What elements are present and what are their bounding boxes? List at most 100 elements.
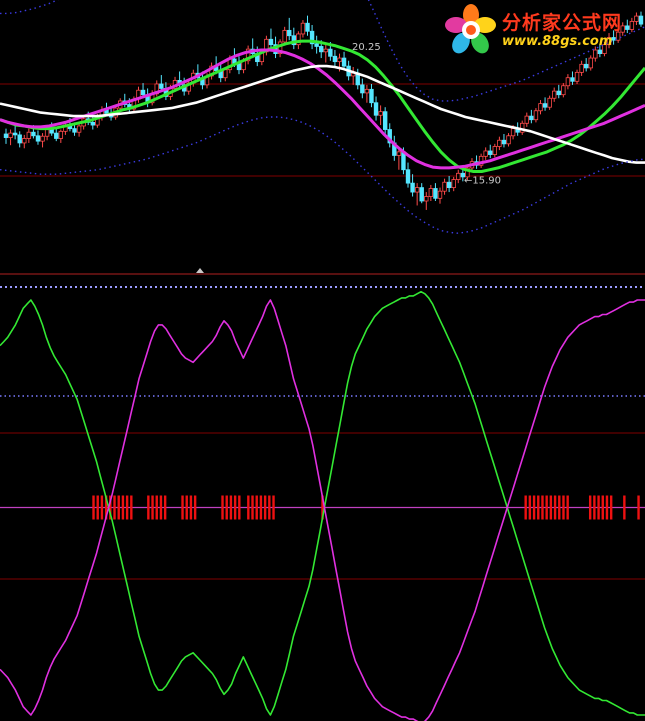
signal-bar — [251, 495, 254, 520]
candle — [287, 17, 292, 41]
candle-body — [529, 115, 534, 121]
candle-body — [524, 115, 529, 124]
candle-body — [90, 121, 95, 126]
candle-body — [533, 110, 539, 121]
candle — [369, 83, 374, 108]
candle — [35, 130, 41, 145]
candle — [277, 39, 283, 58]
signal-bar — [193, 495, 197, 520]
candle-body — [360, 84, 365, 94]
candle — [565, 74, 571, 90]
candle-body — [547, 97, 552, 108]
band-line — [0, 116, 645, 234]
candle — [341, 51, 347, 70]
candle — [410, 174, 415, 197]
signal-bar — [593, 495, 596, 520]
candle — [561, 83, 566, 98]
candle — [218, 64, 223, 83]
candle — [570, 71, 575, 85]
candle — [538, 100, 543, 115]
candle-body — [437, 190, 443, 199]
signal-bar — [601, 495, 604, 520]
candle — [579, 60, 584, 76]
signal-bar — [605, 495, 609, 520]
candle-body — [483, 150, 488, 157]
signal-bar — [609, 495, 613, 520]
candle-body — [456, 172, 461, 180]
candle-body — [323, 48, 328, 53]
candle — [373, 96, 379, 121]
signal-bar — [537, 495, 540, 520]
signal-bar — [96, 495, 99, 520]
candle-body — [583, 63, 589, 69]
candle — [428, 184, 434, 201]
candle — [501, 134, 507, 148]
signal-bar — [121, 495, 125, 520]
candle — [76, 123, 82, 137]
signal-bar — [247, 495, 250, 520]
candle-body — [561, 85, 566, 96]
candle — [58, 129, 64, 143]
signal-bar — [233, 495, 237, 520]
candle-body — [26, 131, 32, 139]
signal-bar — [125, 495, 129, 520]
candle-body — [8, 132, 13, 138]
candle-body — [49, 129, 54, 134]
candle — [245, 45, 251, 65]
signal-bar — [268, 495, 271, 520]
signal-bar — [541, 495, 544, 520]
candle-body — [300, 22, 306, 35]
candle — [478, 153, 484, 168]
candle-body — [442, 181, 447, 192]
candle-body — [378, 111, 383, 116]
candle — [17, 131, 22, 148]
candle — [542, 97, 548, 111]
signal-bar — [562, 495, 565, 520]
site-logo: 分析家公式网 www.88gs.com — [445, 4, 641, 56]
candle-body — [382, 111, 388, 130]
signal-bar — [545, 495, 548, 520]
candle-body — [12, 132, 18, 136]
candle — [364, 84, 370, 103]
candle-body — [159, 83, 164, 89]
signal-bar — [637, 495, 640, 520]
candle — [40, 133, 45, 148]
signal-bar — [151, 495, 154, 520]
candle-body — [314, 43, 319, 47]
candle-body — [337, 57, 342, 63]
signal-bar — [159, 495, 163, 520]
candle-body — [140, 89, 146, 96]
signal-bar — [238, 495, 241, 520]
candle-body — [414, 187, 420, 193]
candle — [309, 25, 315, 50]
signal-bar — [588, 495, 592, 520]
candle — [236, 56, 242, 75]
candle — [488, 144, 493, 159]
signal-bar — [549, 495, 553, 520]
candle — [433, 183, 438, 201]
candle — [456, 169, 461, 184]
candle-body — [542, 103, 548, 108]
signal-bar — [272, 495, 275, 520]
candle — [442, 178, 447, 195]
candle — [378, 105, 383, 126]
candle — [533, 108, 539, 123]
candle — [520, 120, 525, 135]
candle — [300, 20, 306, 38]
candle — [305, 15, 310, 36]
signal-bar — [524, 495, 527, 520]
candle-body — [58, 130, 64, 139]
candle-body — [510, 128, 516, 137]
candle-body — [22, 138, 27, 144]
candle-body — [488, 150, 493, 155]
candle — [451, 176, 456, 192]
candle — [268, 28, 274, 50]
signal-bar-group — [623, 495, 626, 520]
candle — [483, 147, 488, 160]
signal-bar — [163, 495, 167, 520]
candle-body — [76, 125, 82, 133]
candle-body — [538, 103, 543, 112]
flower-logo-icon — [445, 4, 496, 54]
candle — [392, 135, 397, 161]
candle — [8, 129, 13, 146]
